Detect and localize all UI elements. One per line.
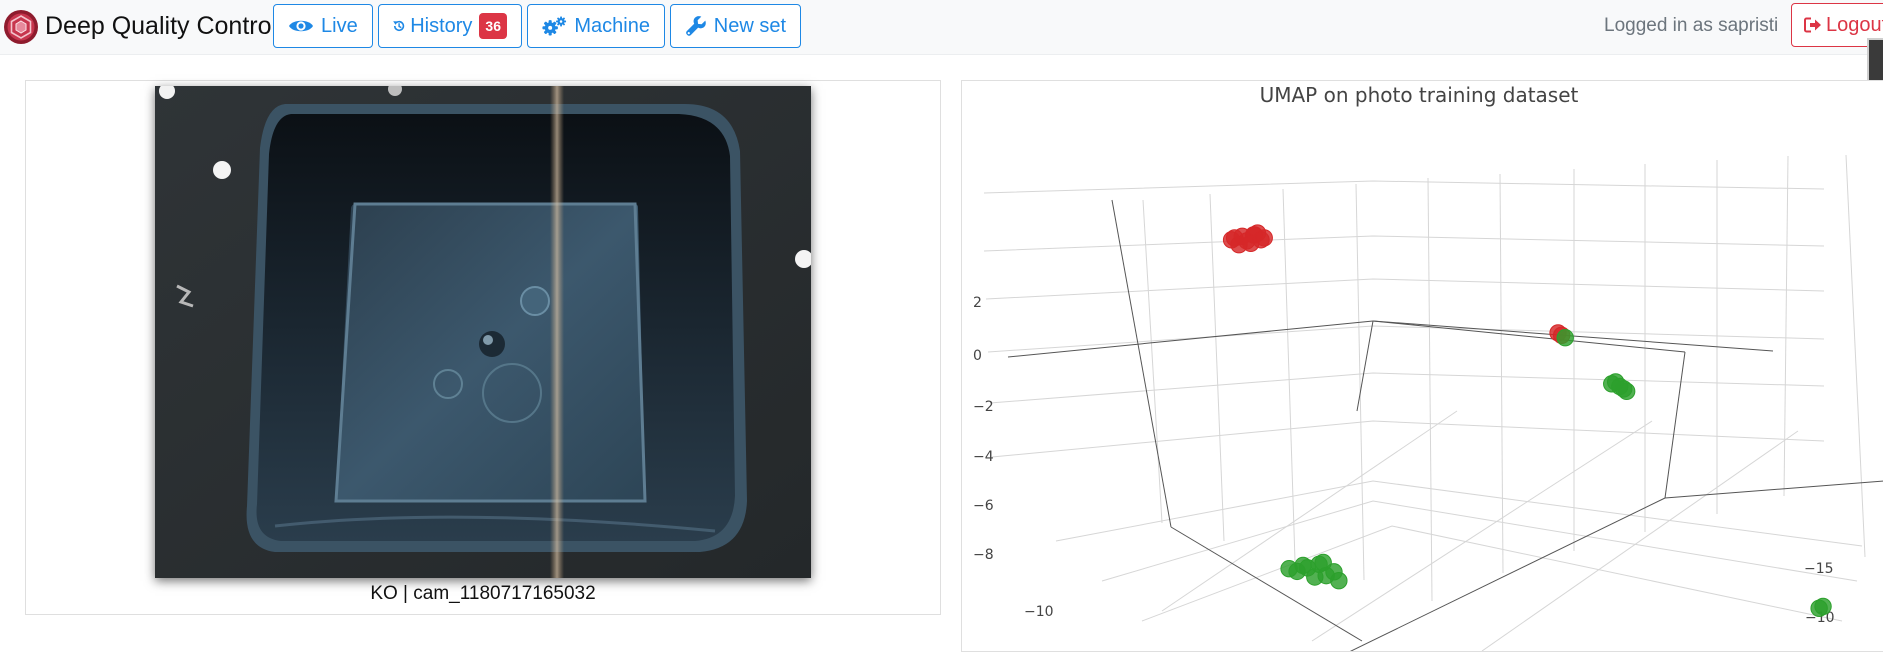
data-point [1222,231,1241,249]
history-icon [393,20,405,32]
data-point [1603,375,1621,393]
chart-axes [1007,199,1883,651]
navbar: Deep Quality Control Live History 36 Mac… [0,0,1883,55]
eye-icon [289,20,313,32]
z-tick-label: 0 [973,348,982,364]
z-tick-label: −8 [973,547,994,563]
chart-points [1222,224,1832,618]
inspection-photo-graphic [155,86,811,578]
logout-label: Logout [1826,13,1883,36]
data-point [1314,553,1332,572]
grid-line [1845,154,1866,558]
logged-in-status: Logged in as sapristi [1604,15,1779,36]
z-tick-label: −6 [973,498,994,514]
grid-line [989,372,1825,404]
machine-label: Machine [574,14,650,37]
grid-line [1783,155,1789,497]
grid-line [1355,183,1365,581]
axis-line [1111,199,1172,528]
data-point [1556,329,1574,347]
grid-line [1055,480,1863,547]
sign-out-icon [1804,17,1821,33]
grid-line [1209,193,1225,542]
grid-line [987,325,1825,353]
history-button[interactable]: History 36 [378,4,522,48]
machine-button[interactable]: Machine [527,4,665,48]
x-tick-label: −10 [1024,604,1054,620]
grid-line [1101,500,1858,582]
axis-line [1664,351,1686,499]
grid-line [983,180,1825,194]
new-set-label: New set [713,14,786,37]
image-caption: KO | cam_1180717165032 [370,583,596,604]
umap-chart-card[interactable]: UMAP on photo training dataset 2 0 −2 −4 −6−… [961,80,1883,652]
live-label: Live [321,14,358,37]
grid-line [1141,525,1843,622]
axis-line [1664,480,1883,499]
axis-line [1372,320,1686,353]
axis-line [1349,497,1666,651]
data-point [1617,382,1636,401]
grid-line [1142,199,1163,524]
grid-line [991,420,1825,458]
data-point [1814,597,1832,616]
data-point [1330,572,1348,590]
grid-line [983,235,1825,252]
grid-line [1481,430,1799,651]
history-count-badge: 36 [479,13,507,39]
gears-icon [542,16,567,36]
brand-name[interactable]: Deep Quality Control [45,12,277,41]
grid-line [1427,177,1433,602]
data-point [1306,568,1324,586]
chart-grid [983,154,1866,651]
grid-line [1499,173,1504,574]
z-tick-label: −4 [973,449,994,465]
brand-logo-icon [4,10,38,44]
inspection-photo[interactable] [155,86,811,578]
history-label: History [410,14,473,37]
grid-line [1282,188,1296,562]
y-tick-label: −15 [1804,561,1834,577]
grid-line [985,278,1825,300]
data-point [1280,560,1298,578]
z-tick-label: 2 [973,295,982,311]
data-point [1252,231,1270,249]
z-tick-label: −2 [973,399,994,415]
wrench-icon [686,16,706,36]
live-button[interactable]: Live [273,4,373,48]
new-set-button[interactable]: New set [670,4,801,48]
axis-line [1007,320,1374,358]
umap-3d-scatter-plot[interactable]: 20−2−4−6−8−10−15−10 [962,81,1883,652]
